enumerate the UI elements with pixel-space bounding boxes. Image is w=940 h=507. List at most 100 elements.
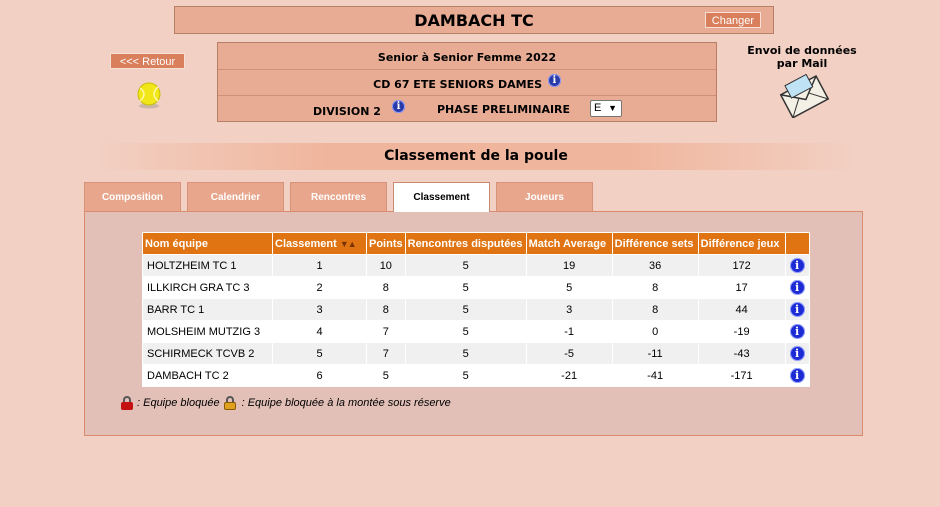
table-row: DAMBACH TC 2 6 5 5 -21 -41 -171 i — [142, 364, 810, 387]
team-match-average: -21 — [525, 364, 613, 387]
championship-info-icon[interactable]: i — [547, 74, 561, 87]
back-button[interactable]: <<< Retour — [110, 53, 185, 69]
mail-export-title: Envoi de données par Mail — [738, 44, 866, 70]
team-info-icon[interactable]: i — [789, 302, 805, 317]
mail-title-line1: Envoi de données — [747, 44, 857, 57]
division-row: DIVISION 2 i PHASE PRELIMINAIRE E ▼ — [218, 96, 716, 122]
team-rank: 5 — [272, 342, 367, 365]
team-rank: 1 — [272, 254, 367, 277]
gold-lock-icon — [223, 396, 236, 410]
tab-rencontres[interactable]: Rencontres — [290, 182, 387, 211]
team-name[interactable]: SCHIRMECK TCVB 2 — [142, 342, 273, 365]
team-points: 7 — [366, 320, 406, 343]
table-row: SCHIRMECK TCVB 2 5 7 5 -5 -11 -43 i — [142, 342, 810, 365]
col-team[interactable]: Nom équipe — [142, 232, 273, 255]
ranking-table: Nom équipe Classement ▼▲ Points Rencontr… — [142, 232, 810, 387]
red-lock-icon — [121, 396, 133, 410]
col-diff-games[interactable]: Différence jeux — [697, 232, 786, 255]
competition-info: Senior à Senior Femme 2022 CD 67 ETE SEN… — [217, 42, 717, 122]
table-row: HOLTZHEIM TC 1 1 10 5 19 36 172 i — [142, 254, 810, 277]
phase-select-value: E — [594, 102, 602, 114]
phase-label: PHASE PRELIMINAIRE — [437, 103, 571, 116]
team-match-average: -5 — [525, 342, 613, 365]
team-diff-games: 172 — [697, 254, 786, 277]
table-header-row: Nom équipe Classement ▼▲ Points Rencontr… — [142, 232, 810, 255]
mail-title-line2: par Mail — [776, 57, 828, 70]
team-name[interactable]: ILLKIRCH GRA TC 3 — [142, 276, 273, 299]
club-header: DAMBACH TC Changer — [174, 6, 774, 34]
team-diff-sets: -11 — [611, 342, 699, 365]
tab-classement[interactable]: Classement — [393, 182, 490, 212]
team-rank: 6 — [272, 364, 367, 387]
team-rank: 2 — [272, 276, 367, 299]
phase-select[interactable]: E ▼ — [590, 100, 622, 117]
team-name[interactable]: BARR TC 1 — [142, 298, 273, 321]
col-info — [784, 232, 810, 255]
team-name[interactable]: DAMBACH TC 2 — [142, 364, 273, 387]
col-played[interactable]: Rencontres disputées — [404, 232, 527, 255]
team-diff-games: -19 — [697, 320, 786, 343]
tennis-ball-icon — [137, 82, 161, 109]
team-points: 7 — [366, 342, 406, 365]
table-row: ILLKIRCH GRA TC 3 2 8 5 5 8 17 i — [142, 276, 810, 299]
team-played: 5 — [404, 254, 527, 277]
team-info-icon[interactable]: i — [789, 346, 805, 361]
team-name[interactable]: HOLTZHEIM TC 1 — [142, 254, 273, 277]
team-diff-sets: 8 — [611, 276, 699, 299]
team-diff-games: -171 — [697, 364, 786, 387]
team-points: 8 — [366, 276, 406, 299]
team-points: 8 — [366, 298, 406, 321]
team-diff-sets: 0 — [611, 320, 699, 343]
col-rank-label: Classement — [275, 237, 337, 250]
pool-title: Classement de la poule — [384, 148, 568, 164]
division-info-icon[interactable]: i — [392, 100, 405, 113]
team-played: 5 — [404, 364, 527, 387]
legend: : Equipe bloquée : Equipe bloquée à la m… — [121, 396, 451, 410]
pool-banner: Classement de la poule — [96, 143, 856, 170]
team-info-icon[interactable]: i — [789, 368, 805, 383]
tab-joueurs[interactable]: Joueurs — [496, 182, 593, 211]
classement-panel: Nom équipe Classement ▼▲ Points Rencontr… — [84, 211, 863, 436]
team-diff-games: -43 — [697, 342, 786, 365]
team-played: 5 — [404, 342, 527, 365]
club-name: DAMBACH TC — [414, 11, 534, 30]
competition-title-row: Senior à Senior Femme 2022 — [218, 43, 716, 70]
team-played: 5 — [404, 276, 527, 299]
change-button[interactable]: Changer — [704, 12, 761, 28]
tab-composition[interactable]: Composition — [84, 182, 181, 211]
team-match-average: 3 — [525, 298, 613, 321]
col-match-average[interactable]: Match Average — [525, 232, 613, 255]
team-info-icon[interactable]: i — [789, 258, 805, 273]
team-points: 5 — [366, 364, 406, 387]
competition-title: Senior à Senior Femme 2022 — [377, 51, 557, 64]
team-match-average: -1 — [525, 320, 613, 343]
mail-envelope-icon[interactable] — [778, 74, 830, 118]
team-points: 10 — [366, 254, 406, 277]
team-diff-sets: 36 — [611, 254, 699, 277]
team-info-icon[interactable]: i — [789, 280, 805, 295]
legend-blocked: : Equipe bloquée — [137, 397, 220, 409]
championship-row: CD 67 ETE SENIORS DAMES i — [218, 70, 716, 96]
team-rank: 4 — [272, 320, 367, 343]
col-diff-sets[interactable]: Différence sets — [611, 232, 699, 255]
team-diff-games: 44 — [697, 298, 786, 321]
sort-icon[interactable]: ▼▲ — [340, 239, 357, 249]
table-row: BARR TC 1 3 8 5 3 8 44 i — [142, 298, 810, 321]
team-played: 5 — [404, 298, 527, 321]
team-match-average: 5 — [525, 276, 613, 299]
team-info-icon[interactable]: i — [789, 324, 805, 339]
team-played: 5 — [404, 320, 527, 343]
chevron-down-icon: ▼ — [608, 103, 617, 113]
team-rank: 3 — [272, 298, 367, 321]
division-label: DIVISION 2 — [313, 105, 381, 118]
team-name[interactable]: MOLSHEIM MUTZIG 3 — [142, 320, 273, 343]
tab-calendrier[interactable]: Calendrier — [187, 182, 284, 211]
team-diff-games: 17 — [697, 276, 786, 299]
table-row: MOLSHEIM MUTZIG 3 4 7 5 -1 0 -19 i — [142, 320, 810, 343]
col-points[interactable]: Points — [366, 232, 406, 255]
championship-name: CD 67 ETE SENIORS DAMES — [373, 78, 543, 91]
team-match-average: 19 — [525, 254, 613, 277]
legend-blocked-promotion: : Equipe bloquée à la montée sous réserv… — [241, 397, 451, 409]
team-diff-sets: 8 — [611, 298, 699, 321]
col-rank[interactable]: Classement ▼▲ — [272, 232, 367, 255]
